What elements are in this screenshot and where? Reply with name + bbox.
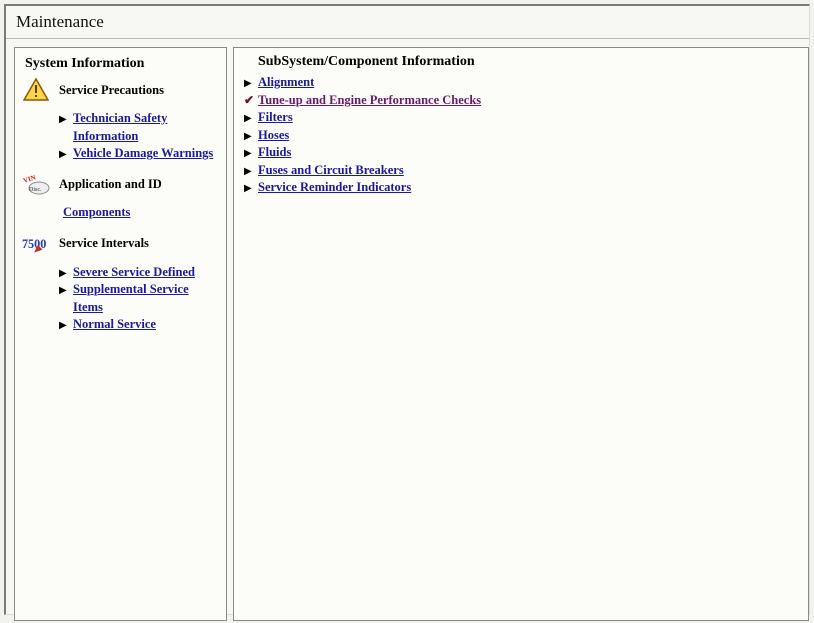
sidebar-links-intervals: ▶ Severe Service Defined ▶ Supplemental … [59, 264, 220, 334]
vin-disc-icon: VIN Disc. [21, 171, 51, 199]
sidebar-category-service-intervals[interactable]: 7500 Service Intervals [21, 230, 220, 258]
sidebar-link-row: ▶ Vehicle Damage Warnings [59, 145, 220, 163]
arrow-icon: ▶ [244, 130, 254, 144]
sidebar-category-label: Service Precautions [59, 83, 164, 98]
content-columns: System Information Service Precautions ▶… [6, 39, 809, 613]
sidebar-links-precautions: ▶ Technician Safety Information ▶ Vehicl… [59, 110, 220, 163]
sidebar-link-vehicle-damage[interactable]: Vehicle Damage Warnings [73, 145, 213, 163]
subsystem-link-fuses[interactable]: Fuses and Circuit Breakers [258, 162, 404, 180]
arrow-icon: ▶ [59, 267, 69, 281]
sidebar-category-application-id[interactable]: VIN Disc. Application and ID [21, 171, 220, 199]
subsystem-list: ▶ Alignment ✔ Tune-up and Engine Perform… [244, 74, 802, 197]
sidebar-link-row: ▶ Severe Service Defined [59, 264, 220, 282]
arrow-icon: ▶ [244, 182, 254, 196]
sidebar-link-row: Components [63, 205, 220, 220]
subsystem-link-reminder[interactable]: Service Reminder Indicators [258, 179, 411, 197]
sidebar-link-supplemental-items[interactable]: Supplemental Service Items [73, 281, 220, 316]
svg-text:Disc.: Disc. [29, 187, 42, 193]
subsystem-link-filters[interactable]: Filters [258, 109, 293, 127]
sidebar-link-components[interactable]: Components [63, 205, 130, 219]
arrow-icon: ▶ [59, 319, 69, 333]
sidebar-link-row: ▶ Normal Service [59, 316, 220, 334]
subsystem-row: ▶ Alignment [244, 74, 802, 92]
subsystem-link-fluids[interactable]: Fluids [258, 144, 291, 162]
arrow-icon: ▶ [244, 165, 254, 179]
main-panel: SubSystem/Component Information ▶ Alignm… [233, 47, 809, 621]
svg-text:7500: 7500 [22, 236, 46, 250]
arrow-icon: ▶ [244, 112, 254, 126]
app-window: Maintenance System Information Service P… [4, 4, 810, 615]
sidebar-category-label: Application and ID [59, 177, 162, 192]
sidebar-link-technician-safety[interactable]: Technician Safety Information [73, 110, 220, 145]
sidebar-link-row: ▶ Technician Safety Information [59, 110, 220, 145]
arrow-icon: ▶ [244, 77, 254, 91]
sidebar-category-service-precautions[interactable]: Service Precautions [21, 76, 220, 104]
subsystem-row: ▶ Filters [244, 109, 802, 127]
subsystem-link-tuneup[interactable]: Tune-up and Engine Performance Checks [258, 92, 481, 110]
subsystem-row: ▶ Service Reminder Indicators [244, 179, 802, 197]
sidebar-link-row: ▶ Supplemental Service Items [59, 281, 220, 316]
checkmark-icon: ✔ [244, 92, 254, 109]
arrow-icon: ▶ [59, 148, 69, 162]
service-interval-icon: 7500 [21, 230, 51, 258]
sidebar-heading: System Information [25, 56, 220, 72]
arrow-icon: ▶ [59, 284, 69, 298]
sidebar-link-severe-service[interactable]: Severe Service Defined [73, 264, 195, 282]
arrow-icon: ▶ [244, 147, 254, 161]
subsystem-row: ▶ Fluids [244, 144, 802, 162]
sidebar-link-normal-service[interactable]: Normal Service [73, 316, 156, 334]
subsystem-row: ▶ Fuses and Circuit Breakers [244, 162, 802, 180]
subsystem-link-alignment[interactable]: Alignment [258, 74, 314, 92]
subsystem-row: ✔ Tune-up and Engine Performance Checks [244, 92, 802, 110]
subsystem-link-hoses[interactable]: Hoses [258, 127, 289, 145]
arrow-icon: ▶ [59, 113, 69, 127]
sidebar-category-label: Service Intervals [59, 236, 149, 251]
main-heading: SubSystem/Component Information [258, 54, 802, 70]
sidebar-panel: System Information Service Precautions ▶… [14, 47, 227, 621]
page-title: Maintenance [6, 6, 809, 39]
subsystem-row: ▶ Hoses [244, 127, 802, 145]
warning-icon [21, 76, 51, 104]
